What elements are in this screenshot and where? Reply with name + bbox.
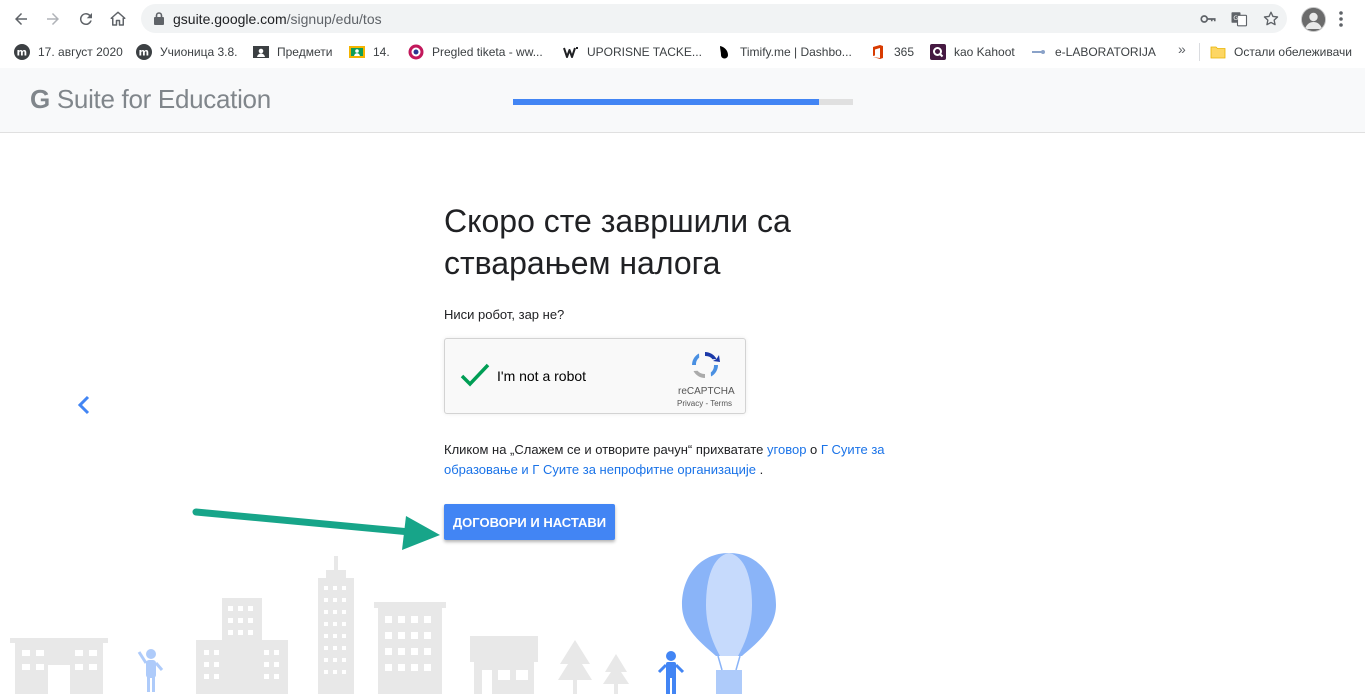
person-icon <box>137 649 164 692</box>
tos-suffix: . <box>756 462 764 477</box>
recaptcha-label: I'm not a robot <box>497 368 587 384</box>
bookmark-label: 17. август 2020 <box>38 45 123 59</box>
forward-button[interactable] <box>40 6 66 32</box>
svg-text:m: m <box>17 48 27 59</box>
city-illustration <box>10 553 776 694</box>
home-button[interactable] <box>105 6 131 32</box>
office-icon <box>873 45 883 59</box>
hot-air-balloon-icon <box>682 553 776 694</box>
bookmark-item[interactable]: Timify.me | Dashbo... <box>716 43 852 61</box>
bookmark-label: Timify.me | Dashbo... <box>740 45 852 59</box>
lock-icon <box>154 12 164 25</box>
bookmark-label: UPORISNE TACKE... <box>587 45 702 59</box>
classroom-icon <box>349 46 365 58</box>
building-icon <box>10 638 108 694</box>
profile-avatar[interactable] <box>1301 7 1326 32</box>
chevron-left-icon[interactable] <box>75 394 93 416</box>
more-vert-icon[interactable] <box>1336 9 1346 29</box>
page-header: G Suite for Education <box>0 68 1365 133</box>
agreement-link[interactable]: уговор <box>767 442 806 457</box>
bookmark-label: 14. <box>373 45 390 59</box>
moodle-icon: m <box>136 44 152 60</box>
bookmarks-bar: m 17. август 2020 m Учионица 3.8. Предме… <box>0 37 1365 69</box>
bookmark-item[interactable]: m 17. август 2020 <box>14 43 123 61</box>
bookmark-item[interactable]: kao Kahoot <box>930 43 1015 61</box>
recaptcha-widget[interactable]: I'm not a robot reCAPTCHA Privacy - Term… <box>444 338 746 414</box>
bookmark-label: Учионица 3.8. <box>160 45 238 59</box>
recaptcha-links: Privacy - Terms <box>677 399 732 408</box>
tree-icon <box>558 640 629 694</box>
signup-progress-fill <box>513 99 819 105</box>
person-icon <box>657 651 685 694</box>
signup-progress <box>513 99 853 105</box>
reload-icon <box>79 13 92 26</box>
key-icon[interactable] <box>1199 10 1217 28</box>
browser-toolbar: gsuite.google.com/signup/edu/tos G <box>0 0 1365 37</box>
recaptcha-terms-link[interactable]: Terms <box>710 399 732 408</box>
page-title: Скоро сте завршили са стварањем налога <box>444 203 791 281</box>
bookmark-label: Предмети <box>277 45 333 59</box>
bookmark-item[interactable]: e-LABORATORIJA <box>1031 43 1156 61</box>
agree-continue-button[interactable]: ДОГОВОРИ И НАСТАВИ <box>444 504 615 540</box>
other-bookmarks-label: Остали обележивачи <box>1234 45 1352 59</box>
bookmark-item[interactable]: 365 <box>870 43 914 61</box>
svg-text:m: m <box>139 48 149 59</box>
ticket-icon <box>408 44 424 60</box>
recaptcha-logo-icon <box>692 352 720 378</box>
building-icon <box>196 598 288 694</box>
recaptcha-brand: reCAPTCHA <box>678 386 735 397</box>
bookmark-label: e-LABORATORIJA <box>1055 45 1156 59</box>
quizizz-icon <box>930 44 946 60</box>
robot-question: Ниси робот, зар не? <box>444 307 565 322</box>
terms-notice: Кликом на „Слажем се и отворите рачун“ п… <box>444 440 904 480</box>
bookmark-label: Pregled tiketa - ww... <box>432 45 543 59</box>
star-icon[interactable] <box>1262 10 1280 28</box>
classroom-icon <box>253 46 269 58</box>
back-button[interactable] <box>8 6 34 32</box>
bookmark-item[interactable]: m Учионица 3.8. <box>136 43 237 61</box>
logo-g: G <box>30 84 50 114</box>
svg-text:G: G <box>1233 15 1238 22</box>
avatar-icon <box>1302 8 1325 31</box>
other-bookmarks[interactable]: Остали обележивачи <box>1210 43 1352 61</box>
arrow-right-icon <box>47 13 59 25</box>
tos-middle: о <box>806 442 821 457</box>
reload-button[interactable] <box>73 6 99 32</box>
arrow-left-icon <box>15 13 27 25</box>
bookmark-item[interactable]: Pregled tiketa - ww... <box>408 43 543 61</box>
recaptcha-privacy-link[interactable]: Privacy <box>677 399 703 408</box>
wix-icon <box>563 47 578 58</box>
checkmark-icon[interactable] <box>459 359 491 391</box>
bookmark-label: kao Kahoot <box>954 45 1015 59</box>
shop-icon <box>470 636 538 694</box>
building-icon <box>374 602 446 694</box>
url-host: gsuite.google.com <box>173 11 287 27</box>
home-icon <box>110 11 126 26</box>
gsuite-logo: G Suite for Education <box>30 84 271 115</box>
bookmark-item[interactable]: Предмети <box>253 43 332 61</box>
timify-icon <box>720 46 728 59</box>
folder-icon <box>1210 46 1226 59</box>
bookmark-item[interactable]: 14. <box>349 43 390 61</box>
bookmark-item[interactable]: UPORISNE TACKE... <box>563 43 702 61</box>
bookmark-label: 365 <box>894 45 915 59</box>
tos-prefix: Кликом на „Слажем се и отворите рачун“ п… <box>444 442 768 457</box>
url-text: gsuite.google.com/signup/edu/tos <box>173 11 382 27</box>
more-bookmarks-button[interactable]: » <box>1178 41 1186 57</box>
translate-icon[interactable]: G <box>1230 10 1248 28</box>
bookmarks-divider <box>1199 43 1200 61</box>
url-path: /signup/edu/tos <box>286 11 382 27</box>
address-bar[interactable]: gsuite.google.com/signup/edu/tos G <box>141 4 1287 33</box>
skyscraper-icon <box>318 556 354 694</box>
lab-icon <box>1032 50 1045 54</box>
moodle-icon: m <box>14 44 30 60</box>
logo-text: Suite for Education <box>56 84 271 114</box>
